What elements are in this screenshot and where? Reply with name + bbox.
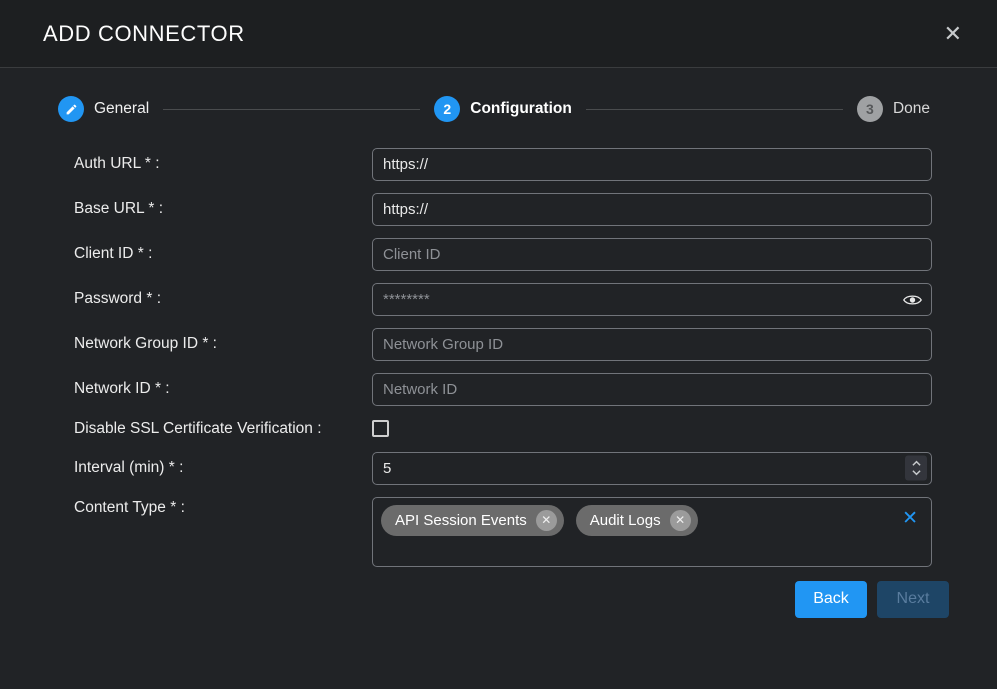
chip-remove-icon[interactable]: ✕ (670, 510, 691, 531)
interval-input[interactable] (372, 452, 932, 485)
chip-label: API Session Events (395, 512, 527, 529)
next-button[interactable]: Next (877, 581, 949, 618)
auth-url-input[interactable] (372, 148, 932, 181)
password-input[interactable] (372, 283, 932, 316)
auth-url-label: Auth URL * : (74, 154, 372, 175)
close-icon[interactable]: ✕ (944, 23, 962, 45)
base-url-input[interactable] (372, 193, 932, 226)
stepper-line (163, 109, 420, 110)
disable-ssl-label: Disable SSL Certificate Verification : (74, 418, 372, 440)
network-id-label: Network ID * : (74, 379, 372, 400)
modal-header: ADD CONNECTOR ✕ (0, 0, 997, 68)
disable-ssl-checkbox[interactable] (372, 420, 389, 437)
modal-title: ADD CONNECTOR (43, 21, 245, 47)
eye-icon[interactable] (901, 291, 924, 308)
modal-footer: Back Next (0, 581, 949, 618)
base-url-label: Base URL * : (74, 199, 372, 220)
disable-ssl-field (372, 418, 932, 437)
password-field-wrap (372, 283, 932, 316)
pencil-icon (65, 103, 78, 116)
number-stepper[interactable] (905, 456, 927, 481)
chevron-up-icon (912, 461, 921, 467)
interval-label: Interval (min) * : (74, 458, 372, 479)
content-type-label: Content Type * : (74, 497, 372, 519)
chip-remove-icon[interactable]: ✕ (536, 510, 557, 531)
client-id-label: Client ID * : (74, 244, 372, 265)
step-general-circle (58, 96, 84, 122)
interval-field-wrap (372, 452, 932, 485)
network-group-id-label: Network Group ID * : (74, 334, 372, 355)
back-button[interactable]: Back (795, 581, 867, 618)
clear-all-icon[interactable]: ✕ (902, 509, 918, 528)
chip-api-session-events: API Session Events ✕ (381, 505, 564, 536)
step-done[interactable]: 3 Done (857, 96, 930, 122)
chip-audit-logs: Audit Logs ✕ (576, 505, 698, 536)
password-label: Password * : (74, 289, 372, 310)
network-group-id-input[interactable] (372, 328, 932, 361)
client-id-input[interactable] (372, 238, 932, 271)
chip-label: Audit Logs (590, 512, 661, 529)
step-general[interactable]: General (58, 96, 149, 122)
stepper-line (586, 109, 843, 110)
connector-config-form: Auth URL * : Base URL * : Client ID * : … (74, 148, 932, 567)
wizard-stepper: General 2 Configuration 3 Done (58, 96, 930, 122)
step-configuration-circle: 2 (434, 96, 460, 122)
step-done-label: Done (893, 100, 930, 118)
step-done-circle: 3 (857, 96, 883, 122)
add-connector-modal: ADD CONNECTOR ✕ General 2 Configuration … (0, 0, 997, 689)
network-id-input[interactable] (372, 373, 932, 406)
content-type-multiselect[interactable]: API Session Events ✕ Audit Logs ✕ ✕ (372, 497, 932, 567)
step-configuration[interactable]: 2 Configuration (434, 96, 572, 122)
step-general-label: General (94, 100, 149, 118)
step-configuration-label: Configuration (470, 100, 572, 118)
chevron-down-icon (912, 470, 921, 476)
